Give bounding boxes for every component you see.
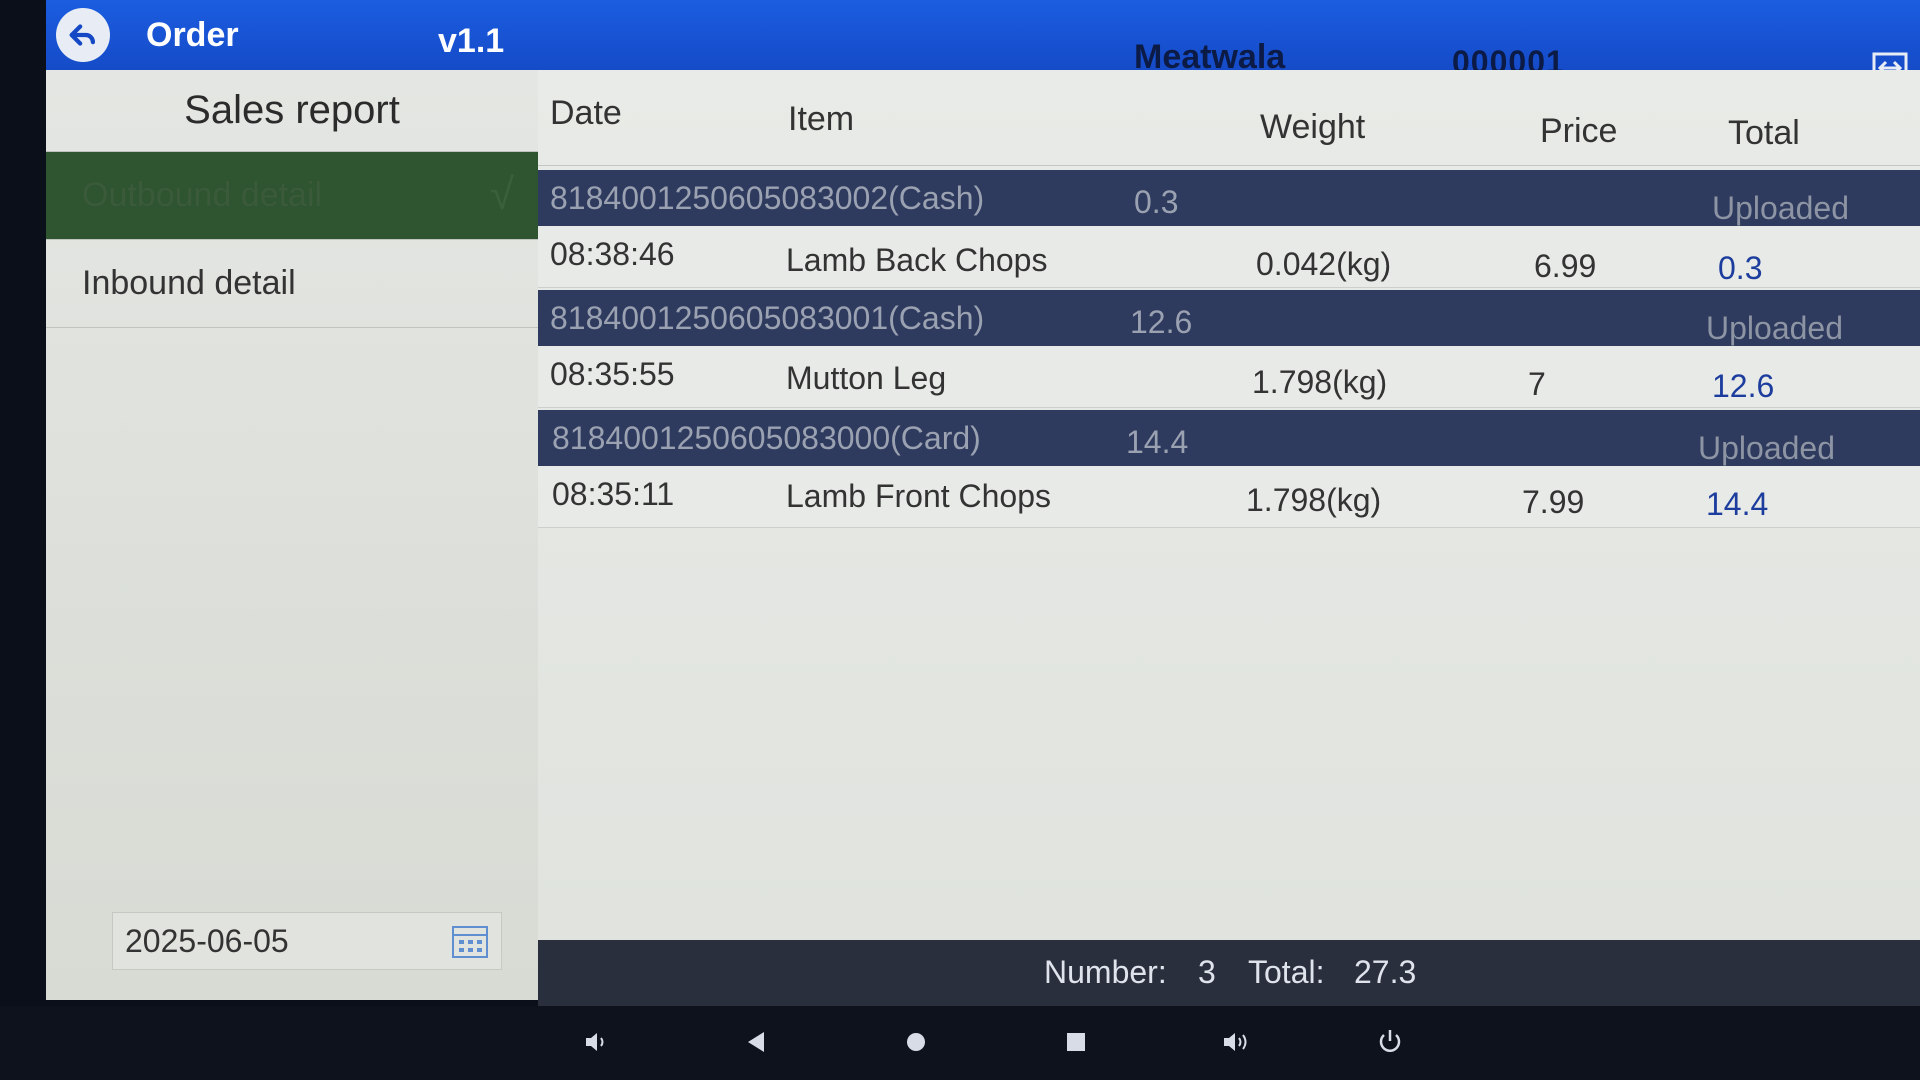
calendar-icon[interactable] (449, 921, 491, 961)
sidebar-heading: Sales report (46, 70, 538, 152)
system-nav-bar (0, 1006, 1920, 1080)
sidebar-item-outbound-detail[interactable]: Outbound detail √ (46, 152, 538, 240)
recents-square-icon[interactable] (1056, 1022, 1096, 1062)
order-status: Uploaded (1698, 430, 1835, 466)
item-price: 7.99 (1522, 484, 1585, 520)
power-icon[interactable] (1370, 1022, 1410, 1062)
item-name: Lamb Back Chops (786, 242, 1048, 278)
item-time: 08:35:55 (550, 356, 675, 392)
item-price: 6.99 (1534, 248, 1597, 284)
item-weight: 1.798(kg) (1252, 364, 1388, 400)
order-amount: 0.3 (1134, 184, 1179, 220)
number-value: 3 (1198, 954, 1216, 990)
table-row[interactable]: 08:38:46 Lamb Back Chops 0.042(kg) 6.99 … (538, 226, 1920, 288)
back-button[interactable] (56, 8, 110, 62)
table-header: Date Item Weight Price Total (538, 70, 1920, 166)
item-weight: 0.042(kg) (1256, 246, 1392, 282)
order-amount: 14.4 (1126, 424, 1189, 460)
item-name: Lamb Front Chops (786, 478, 1052, 514)
item-name: Mutton Leg (786, 360, 947, 396)
page-title: Order (146, 16, 239, 54)
item-total: 14.4 (1706, 486, 1769, 522)
table-row[interactable]: 08:35:11 Lamb Front Chops 1.798(kg) 7.99… (538, 466, 1920, 528)
order-row[interactable]: 818400125060508300​2(Cash) 0.3 Uploaded (538, 170, 1920, 226)
order-number: 818400125060508300​2(Cash) (550, 180, 985, 216)
item-price: 7 (1528, 366, 1546, 402)
order-status: Uploaded (1712, 190, 1849, 226)
date-value: 2025-06-05 (125, 922, 289, 959)
check-icon: √ (489, 170, 514, 219)
item-weight: 1.798(kg) (1246, 482, 1382, 518)
sidebar-item-label: Inbound detail (82, 264, 296, 302)
item-time: 08:35:11 (552, 476, 675, 512)
back-arrow-icon (69, 24, 96, 46)
sidebar-item-inbound-detail[interactable]: Inbound detail (46, 240, 538, 328)
order-row[interactable]: 8184001250605083001(Cash) 12.6 Uploaded (538, 290, 1920, 346)
table-row[interactable]: 08:35:55 Mutton Leg 1.798(kg) 7 12.6 (538, 346, 1920, 408)
column-total: Total (1728, 114, 1800, 152)
item-total: 0.3 (1718, 250, 1763, 286)
order-status: Uploaded (1706, 310, 1843, 346)
home-circle-icon[interactable] (896, 1022, 936, 1062)
sidebar-item-label: Outbound detail (82, 176, 323, 214)
total-label: Total: (1248, 954, 1325, 990)
number-label: Number: (1044, 954, 1167, 990)
column-item: Item (788, 100, 855, 138)
summary-bar: Number: 3 Total: 27.3 (538, 940, 1920, 1006)
order-row[interactable]: 8184001250605083000(Card) 14.4 Uploaded (538, 410, 1920, 466)
volume-down-icon[interactable] (576, 1022, 616, 1062)
order-amount: 12.6 (1130, 304, 1193, 340)
column-weight: Weight (1260, 108, 1366, 146)
order-number: 8184001250605083001(Cash) (550, 300, 985, 336)
sales-table: Date Item Weight Price Total 81840012506… (538, 70, 1920, 940)
back-triangle-icon[interactable] (736, 1022, 776, 1062)
order-number: 8184001250605083000(Card) (552, 420, 981, 456)
version-label: v1.1 (438, 22, 505, 60)
date-picker[interactable]: 2025-06-05 (112, 912, 502, 970)
item-total: 12.6 (1712, 368, 1775, 404)
column-date: Date (550, 94, 622, 132)
total-value: 27.3 (1354, 954, 1417, 990)
column-price: Price (1540, 112, 1618, 150)
volume-up-icon[interactable] (1216, 1022, 1256, 1062)
sidebar: Sales report Outbound detail √ Inbound d… (46, 70, 538, 1000)
item-time: 08:38:46 (550, 236, 675, 272)
